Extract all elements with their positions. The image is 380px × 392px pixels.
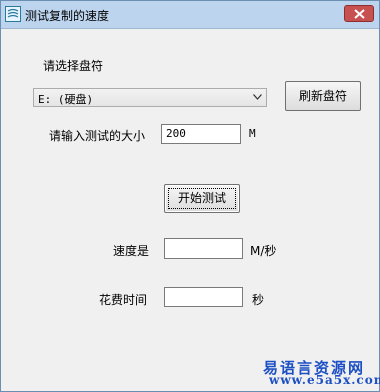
time-label: 花费时间 [99,293,148,307]
chevron-down-icon [253,94,262,100]
speed-unit: M/秒 [250,244,277,258]
close-button[interactable] [344,5,374,22]
app-window: 测试复制的速度 请选择盘符 E: (硬盘) 刷新盘符 请输入测试的大小 200 … [0,0,380,392]
time-unit: 秒 [252,293,265,307]
title-bar[interactable]: 测试复制的速度 [1,1,379,29]
drive-selected-value: E: (硬盘) [38,93,94,106]
watermark-url: www.e5a5x.com [269,373,380,387]
window-title: 测试复制的速度 [25,9,110,23]
size-label: 请输入测试的大小 [49,129,146,143]
app-icon [5,6,21,22]
time-output[interactable] [164,287,243,307]
speed-output[interactable] [164,238,243,259]
close-icon [354,9,365,19]
drive-select[interactable]: E: (硬盘) [33,88,267,107]
start-test-button[interactable]: 开始测试 [164,184,240,213]
size-unit: M [249,127,256,140]
speed-label: 速度是 [113,244,150,258]
focus-rect [168,188,236,209]
size-input[interactable]: 200 [161,124,241,144]
refresh-drives-button[interactable]: 刷新盘符 [285,81,361,111]
drive-label: 请选择盘符 [43,59,104,73]
